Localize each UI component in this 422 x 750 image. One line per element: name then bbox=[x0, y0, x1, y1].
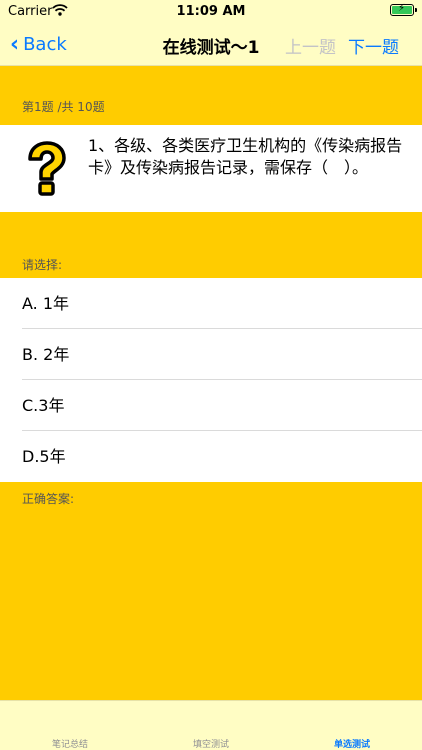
chevron-left-icon: ‹ bbox=[10, 31, 20, 57]
correct-answer-label: 正确答案: bbox=[22, 492, 75, 506]
previous-question-button[interactable]: 上一题 bbox=[285, 33, 336, 58]
tab-bar: 笔记总结 填空测试 单选测试 bbox=[0, 700, 422, 750]
question-progress: 第1题 /共 10题 bbox=[22, 100, 105, 114]
tab-fill-in-test[interactable]: 填空测试 bbox=[141, 737, 281, 750]
back-label: Back bbox=[23, 33, 67, 55]
choice-prompt: 请选择: bbox=[22, 258, 63, 272]
option-c[interactable]: C.3年 bbox=[0, 380, 422, 431]
option-b[interactable]: B. 2年 bbox=[0, 329, 422, 380]
navigation-bar: ‹ Back 在线测试～1 上一题 下一题 bbox=[0, 22, 422, 66]
question-mark-icon bbox=[22, 141, 70, 197]
next-question-button[interactable]: 下一题 bbox=[348, 33, 399, 58]
question-card: 1、各级、各类医疗卫生机构的《传染病报告卡》及传染病报告记录，需保存（ ）。 bbox=[0, 125, 422, 212]
option-a[interactable]: A. 1年 bbox=[0, 278, 422, 329]
option-d[interactable]: D.5年 bbox=[0, 431, 422, 482]
back-button[interactable]: ‹ Back bbox=[10, 30, 67, 58]
tab-single-choice-test[interactable]: 单选测试 bbox=[282, 737, 422, 750]
clock: 11:09 AM bbox=[176, 4, 246, 19]
tab-notes-summary[interactable]: 笔记总结 bbox=[0, 737, 140, 750]
status-bar: Carrier 11:09 AM ⚡ bbox=[0, 0, 422, 22]
battery-icon: ⚡ bbox=[390, 3, 417, 16]
question-text: 1、各级、各类医疗卫生机构的《传染病报告卡》及传染病报告记录，需保存（ ）。 bbox=[88, 136, 403, 177]
options-list: A. 1年 B. 2年 C.3年 D.5年 bbox=[0, 278, 422, 482]
